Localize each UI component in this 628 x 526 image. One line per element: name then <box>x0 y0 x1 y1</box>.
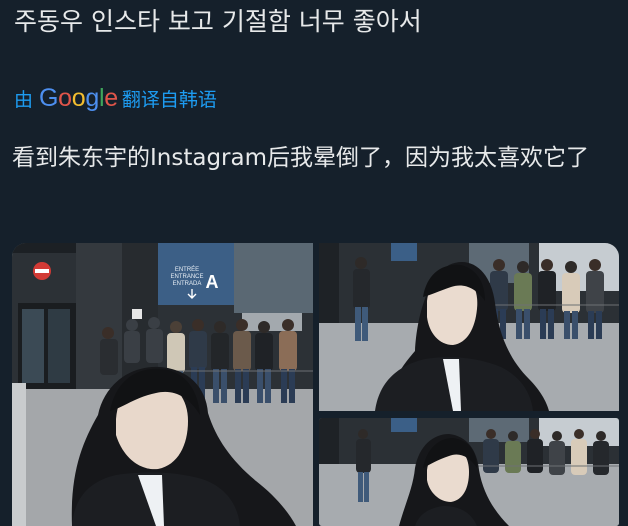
photo-top-right[interactable] <box>319 243 619 411</box>
google-letter-o1: o <box>58 83 72 112</box>
google-letter-g2: g <box>85 83 99 112</box>
google-logo: Google <box>39 84 118 113</box>
translation-attribution[interactable]: 由 Google 翻译自韩语 <box>14 84 217 112</box>
sign-line-2: ENTRANCE <box>170 274 203 280</box>
photo-top-right-image <box>319 243 619 411</box>
google-letter-g: G <box>39 83 59 112</box>
google-letter-e: e <box>104 83 118 112</box>
photo-large-image: ENTRÉE ENTRANCE ENTRADA A <box>12 243 313 526</box>
sign-letter: A <box>206 272 219 292</box>
post-original-text: 주동우 인스타 보고 기절함 너무 좋아서 <box>14 7 422 36</box>
photo-bottom-right[interactable] <box>319 418 619 526</box>
translate-suffix: 翻译自韩语 <box>121 88 217 111</box>
translate-prefix: 由 <box>14 88 34 111</box>
google-letter-o2: o <box>71 83 86 112</box>
sign-line-3: ENTRADA <box>173 281 202 287</box>
media-grid: ENTRÉE ENTRANCE ENTRADA A <box>12 243 619 526</box>
photo-bottom-right-image <box>319 418 619 526</box>
sign-line-1: ENTRÉE <box>175 266 199 273</box>
photo-large[interactable]: ENTRÉE ENTRANCE ENTRADA A <box>12 243 313 526</box>
post-translated-text: 看到朱东宇的Instagram后我晕倒了，因为我太喜欢它了 <box>12 145 590 171</box>
